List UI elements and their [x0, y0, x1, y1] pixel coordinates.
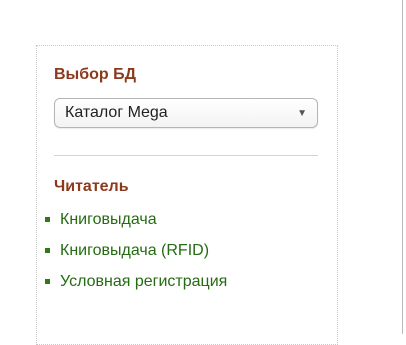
reader-menu: Книговыдача Книговыдача (RFID) Условная …	[45, 204, 227, 297]
conditional-registration-link[interactable]: Условная регистрация	[60, 273, 227, 291]
menu-item-book-issue-rfid: Книговыдача (RFID)	[45, 235, 227, 266]
database-select[interactable]: Каталог Mega ▼	[54, 98, 318, 128]
chevron-down-icon: ▼	[297, 107, 307, 119]
reader-section-title: Читатель	[54, 178, 129, 195]
bullet-icon	[45, 248, 50, 253]
db-section-title: Выбор БД	[54, 66, 136, 83]
database-select-value: Каталог Mega	[65, 104, 168, 121]
section-divider	[54, 155, 318, 156]
book-issue-link[interactable]: Книговыдача	[60, 211, 157, 229]
menu-item-conditional-registration: Условная регистрация	[45, 266, 227, 297]
menu-item-book-issue: Книговыдача	[45, 204, 227, 235]
bullet-icon	[45, 217, 50, 222]
sidebar-panel: Выбор БД Каталог Mega ▼ Читатель Книговы…	[36, 45, 338, 345]
book-issue-rfid-link[interactable]: Книговыдача (RFID)	[60, 242, 209, 260]
bullet-icon	[45, 279, 50, 284]
